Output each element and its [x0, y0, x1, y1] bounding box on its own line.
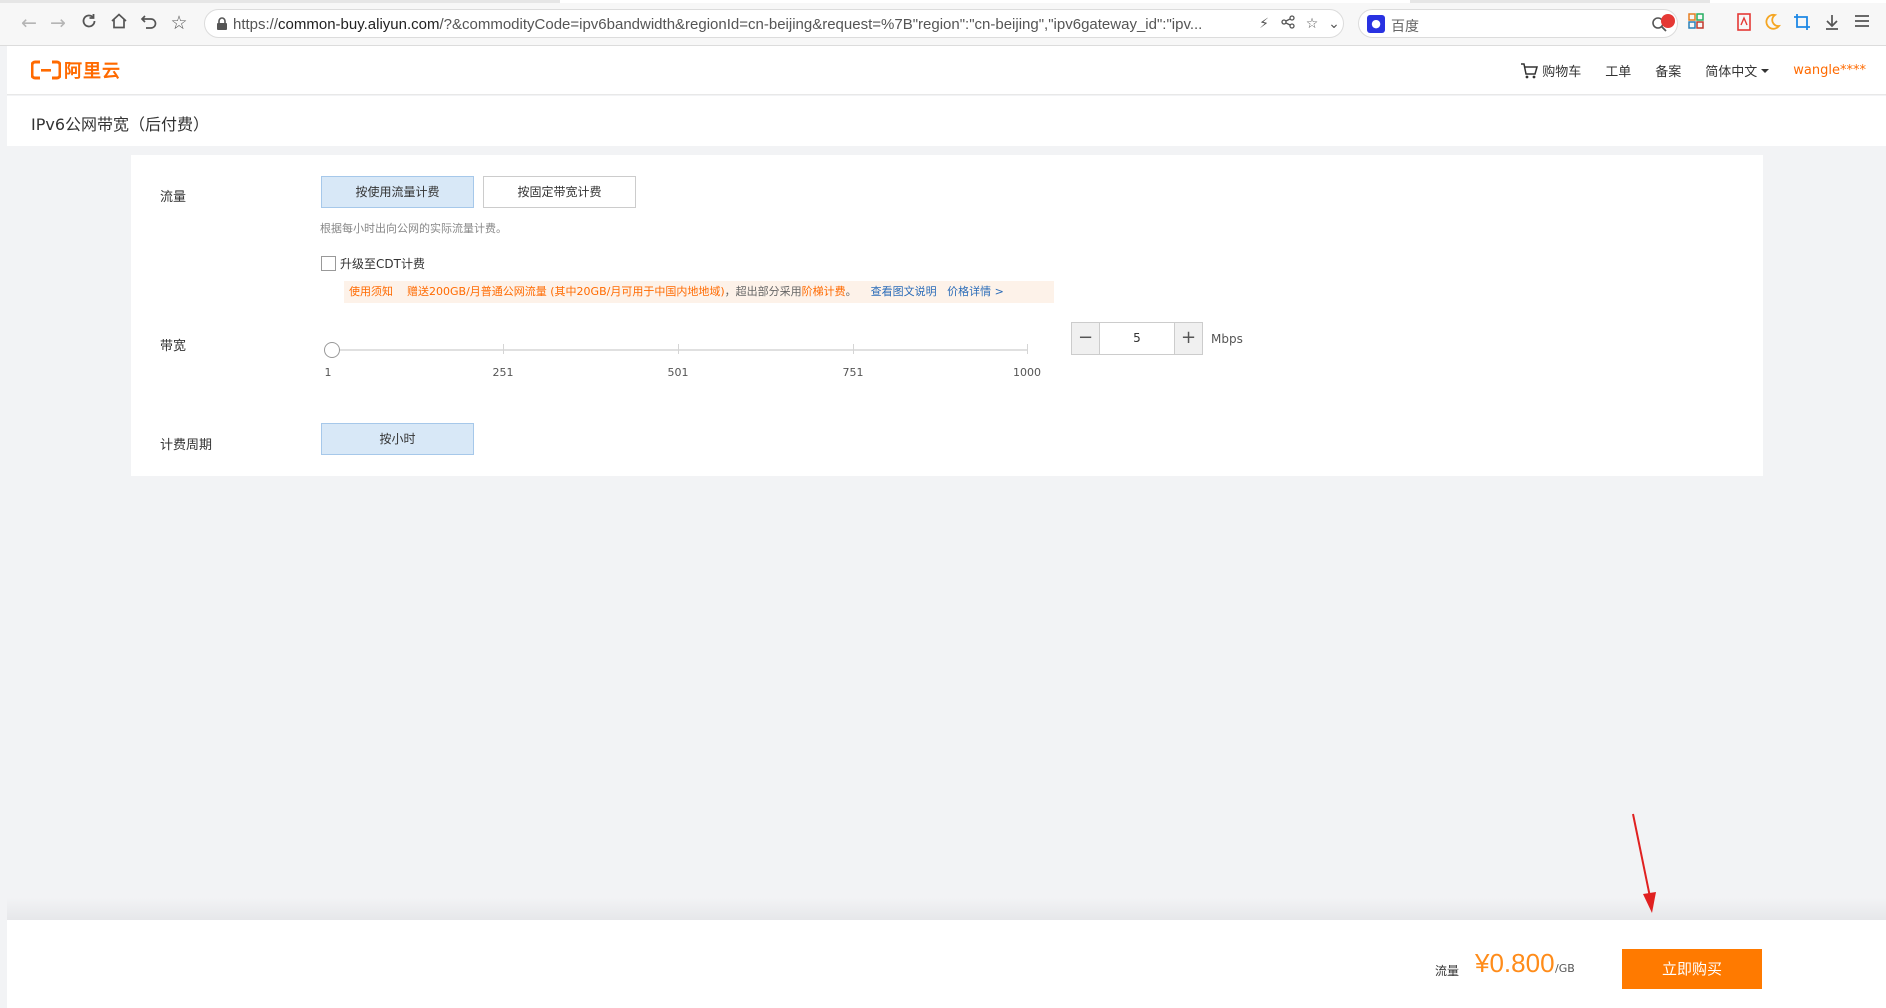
page-title: IPv6公网带宽（后付费） [31, 115, 210, 134]
billing-period-label: 计费周期 [160, 438, 213, 453]
option-pay-by-traffic[interactable]: 按使用流量计费 [321, 176, 474, 208]
decrement-button[interactable]: − [1072, 323, 1100, 354]
user-menu[interactable]: wangle**** [1793, 63, 1866, 78]
increment-button[interactable]: + [1174, 323, 1202, 354]
bandwidth-unit: Mbps [1211, 332, 1243, 346]
search-engine-label: 百度 [1391, 19, 1419, 35]
price-label: 流量 [1435, 964, 1460, 978]
slider-tick-label: 751 [842, 366, 864, 379]
usage-notice: 使用须知 赠送200GB/月普通公网流量 (其中20GB/月可用于中国内地地域)… [344, 281, 1054, 303]
forward-arrow-icon[interactable]: → [47, 12, 69, 34]
option-pay-by-bandwidth[interactable]: 按固定带宽计费 [483, 176, 636, 208]
baidu-paw-icon: ● [1367, 15, 1385, 33]
bookmark-star-icon[interactable]: ☆ [168, 12, 190, 34]
slider-tick [853, 344, 854, 354]
user-name: wangle**** [1793, 63, 1866, 78]
filing-label: 备案 [1655, 65, 1682, 80]
notice-gift: 赠送200GB/月普通公网流量 (其中20GB/月可用于中国内地地域) [407, 285, 725, 298]
share-icon[interactable] [1279, 15, 1297, 33]
slider-tick [1027, 344, 1028, 354]
buy-now-button[interactable]: 立即购买 [1622, 949, 1762, 989]
bandwidth-stepper: − 5 + [1071, 322, 1203, 355]
option-hourly[interactable]: 按小时 [321, 423, 474, 455]
slider-tick [678, 344, 679, 354]
home-icon[interactable] [108, 12, 130, 34]
favorite-star-icon[interactable]: ☆ [1303, 15, 1321, 33]
moon-icon[interactable] [1762, 13, 1782, 33]
language-label: 简体中文 [1705, 65, 1758, 80]
url-text[interactable]: https://common-buy.aliyun.com/?&commodit… [233, 16, 1233, 33]
logo-text: 阿里云 [64, 61, 121, 82]
address-bar[interactable]: https://common-buy.aliyun.com/?&commodit… [204, 9, 1344, 38]
cart-link[interactable]: 购物车 [1520, 61, 1581, 80]
menu-icon[interactable] [1852, 13, 1872, 33]
traffic-label: 流量 [160, 190, 187, 205]
slider-tick-label: 1 [324, 366, 332, 379]
cdt-checkbox[interactable] [321, 256, 336, 271]
aliyun-logo-icon [31, 60, 61, 80]
browser-toolbar: ← → ☆ https://common-buy.aliyun.com/?&co… [0, 0, 1886, 46]
cdt-upgrade-row[interactable]: 升级至CDT计费 [321, 255, 425, 272]
price-unit: /GB [1555, 962, 1575, 975]
undo-icon[interactable] [138, 12, 160, 34]
notice-mid: ，超出部分采用 [724, 285, 802, 298]
slider-tick-label: 501 [667, 366, 689, 379]
notice-end: 。 [845, 285, 857, 298]
cart-label: 购物车 [1542, 65, 1582, 80]
tab-edge-segment [1410, 0, 1710, 3]
ticket-link[interactable]: 工单 [1605, 61, 1631, 80]
filing-link[interactable]: 备案 [1655, 61, 1681, 80]
crop-icon[interactable] [1792, 13, 1812, 33]
apps-grid-icon[interactable] [1686, 13, 1706, 33]
tab-edge-segment [0, 0, 560, 3]
notice-price-link[interactable]: 价格详情 > [947, 285, 1004, 298]
notice-tier: 阶梯计费 [801, 285, 846, 298]
lock-icon [217, 17, 227, 30]
slider-handle[interactable] [323, 342, 340, 358]
download-icon[interactable] [1822, 13, 1842, 33]
cart-icon [1521, 62, 1539, 78]
reload-icon[interactable] [78, 12, 100, 34]
pdf-icon[interactable] [1734, 13, 1754, 33]
title-bar: IPv6公网带宽（后付费） [7, 96, 1886, 146]
tab-strip-edge [0, 0, 1886, 3]
ticket-label: 工单 [1605, 65, 1632, 80]
notice-title: 使用须知 [349, 285, 393, 298]
notice-guide-link[interactable]: 查看图文说明 [871, 285, 937, 298]
config-card: 流量 按使用流量计费 按固定带宽计费 根据每小时出向公网的实际流量计费。 升级至… [131, 155, 1763, 476]
cdt-label: 升级至CDT计费 [340, 257, 425, 271]
chevron-down-icon[interactable]: ⌄ [1325, 15, 1343, 33]
header-nav: 购物车 工单 备案 简体中文 wangle**** [1496, 46, 1866, 95]
search-box[interactable]: ● 百度 [1358, 9, 1678, 38]
traffic-hint: 根据每小时出向公网的实际流量计费。 [320, 222, 507, 235]
slider-tick [503, 344, 504, 354]
bandwidth-input[interactable]: 5 [1100, 323, 1174, 354]
price-value: ¥0.800 [1475, 948, 1555, 978]
order-footer: 流量 ¥0.800 /GB 立即购买 [7, 920, 1886, 1008]
bandwidth-slider[interactable]: 1 251 501 751 1000 [321, 340, 1041, 379]
annotation-arrow [1632, 813, 1656, 913]
footer-shadow [7, 898, 1886, 920]
lightning-icon[interactable]: ⚡ [1255, 15, 1273, 33]
aliyun-logo[interactable]: 阿里云 [31, 58, 121, 82]
site-header: 阿里云 购物车 工单 备案 简体中文 wangle**** [7, 46, 1886, 95]
back-arrow-icon[interactable]: ← [18, 12, 40, 34]
slider-tick-label: 1000 [1013, 366, 1041, 379]
bandwidth-label: 带宽 [160, 339, 187, 354]
slider-tick-label: 251 [492, 366, 514, 379]
caret-down-icon [1761, 68, 1770, 73]
extension-red-icon[interactable] [1658, 13, 1678, 33]
language-select[interactable]: 简体中文 [1705, 61, 1770, 80]
